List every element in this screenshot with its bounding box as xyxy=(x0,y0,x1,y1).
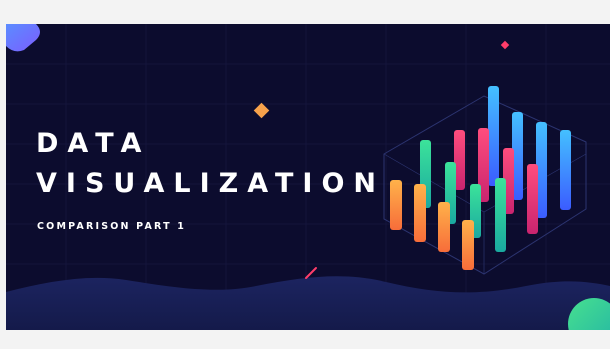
bar-red xyxy=(527,164,538,234)
hero-banner: DATA VISUALIZATION COMPARISON PART 1 xyxy=(6,24,610,330)
bar-blue xyxy=(560,130,571,210)
bar-orange xyxy=(438,202,450,252)
bar-blue xyxy=(488,86,499,186)
3d-bar-cluster xyxy=(390,86,571,270)
title-line-visualization: VISUALIZATION xyxy=(36,168,386,199)
bar-green xyxy=(495,178,506,252)
bottom-wave-shape xyxy=(6,276,610,330)
image-frame: DATA VISUALIZATION COMPARISON PART 1 xyxy=(0,0,610,349)
title-line-data: DATA xyxy=(36,128,151,159)
bar-orange xyxy=(414,184,426,242)
diamond-accent-red xyxy=(500,40,510,50)
corner-shape-top-left xyxy=(6,24,40,52)
subtitle: COMPARISON PART 1 xyxy=(37,221,187,232)
line-accent-red xyxy=(305,267,317,279)
diamond-accent-orange xyxy=(253,102,270,119)
bar-orange xyxy=(390,180,402,230)
bar-orange xyxy=(462,220,474,270)
